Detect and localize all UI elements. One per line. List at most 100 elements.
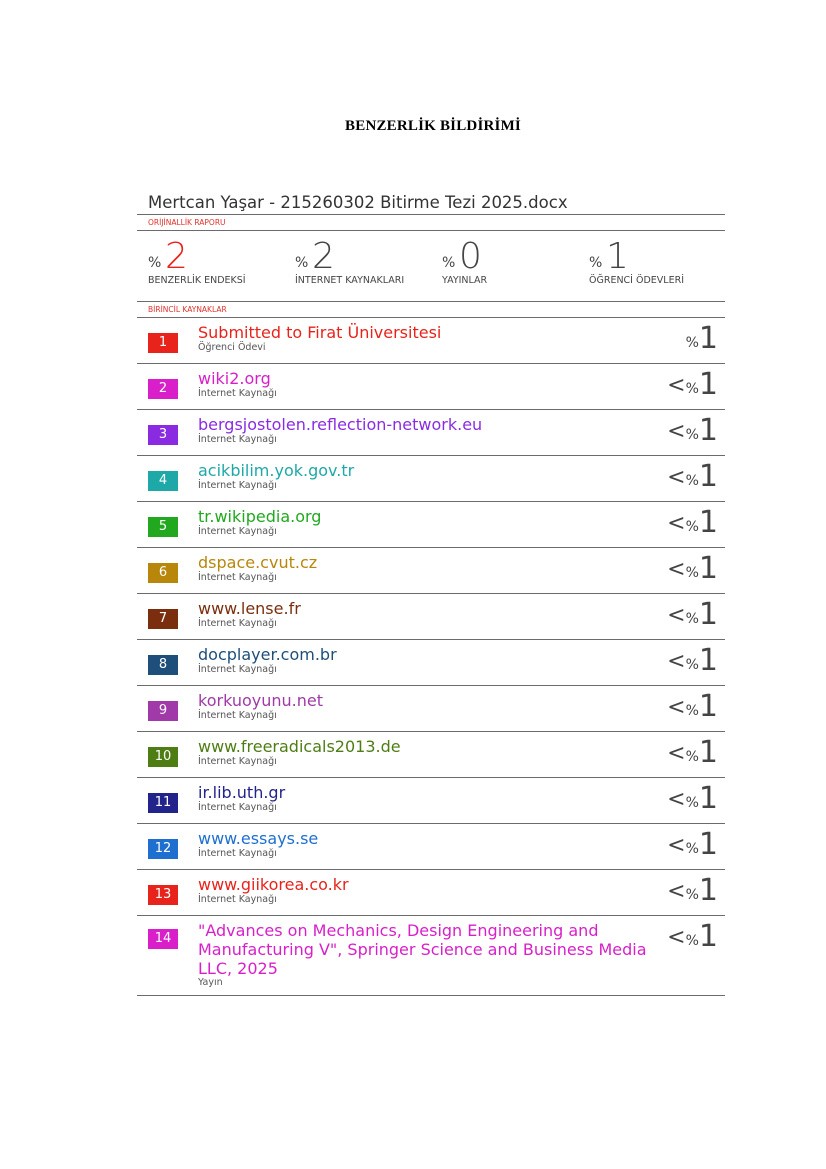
source-number-badge: 11 [148,793,178,813]
source-number-badge: 12 [148,839,178,859]
source-percentage: <%1 [667,598,718,632]
percent-value: 1 [698,781,718,816]
source-number-badge: 4 [148,471,178,491]
source-percentage: <%1 [667,552,718,586]
source-row: 12 www.essays.se İnternet Kaynağı <%1 [137,824,725,870]
source-percentage: <%1 [667,920,718,954]
source-type: İnternet Kaynağı [198,388,277,399]
source-percentage: <%1 [667,782,718,816]
stat-value: 0 [459,236,482,277]
percent-value: 1 [698,597,718,632]
source-type: İnternet Kaynağı [198,756,277,767]
source-type: İnternet Kaynağı [198,480,277,491]
percent-value: 1 [698,551,718,586]
less-than-symbol: < [667,741,686,766]
percent-symbol: % [685,335,699,351]
source-name[interactable]: acikbilim.yok.gov.tr [198,461,354,480]
percent-value: 1 [698,827,718,862]
source-row: 3 bergsjostolen.reflection-network.eu İnte… [137,410,725,456]
source-number-badge: 13 [148,885,178,905]
source-type: Yayın [198,977,223,988]
source-row: 9 korkuoyunu.net İnternet Kaynağı <%1 [137,686,725,732]
document-title: Mertcan Yaşar - 215260302 Bitirme Tezi 2… [137,192,725,215]
source-percentage: <%1 [667,874,718,908]
less-than-symbol: < [667,787,686,812]
stats-summary: % 2 BENZERLİK ENDEKSİ % 2 İNTERNET KAYNA… [137,231,725,302]
source-row: 14 "Advances on Mechanics, Design Enginee… [137,916,725,996]
source-number-badge: 14 [148,929,178,949]
source-name[interactable]: docplayer.com.br [198,645,337,664]
percent-symbol: % [685,887,699,903]
source-type: İnternet Kaynağı [198,618,277,629]
source-type: İnternet Kaynağı [198,848,277,859]
source-number-badge: 3 [148,425,178,445]
source-name[interactable]: korkuoyunu.net [198,691,323,710]
sources-list: 1 Submitted to Firat Üniversitesi Öğrenci … [137,318,725,996]
percent-value: 1 [698,873,718,908]
stat-percent-symbol: % [442,255,456,271]
source-type: İnternet Kaynağı [198,434,277,445]
stat-value: 1 [606,236,629,277]
percent-value: 1 [698,919,718,954]
source-number-badge: 7 [148,609,178,629]
percent-value: 1 [698,321,718,356]
source-percentage: <%1 [667,690,718,724]
less-than-symbol: < [667,603,686,628]
percent-symbol: % [685,657,699,673]
source-name[interactable]: ir.lib.uth.gr [198,783,285,802]
primary-sources-label: BİRİNCİL KAYNAKLAR [137,302,725,318]
source-name[interactable]: www.essays.se [198,829,318,848]
source-row: 1 Submitted to Firat Üniversitesi Öğrenci … [137,318,725,364]
source-number-badge: 9 [148,701,178,721]
page-heading: BENZERLİK BİLDİRİMİ [345,118,521,134]
source-number-badge: 1 [148,333,178,353]
percent-symbol: % [685,795,699,811]
source-percentage: <%1 [667,828,718,862]
percent-symbol: % [685,933,699,949]
source-name[interactable]: www.giikorea.co.kr [198,875,349,894]
source-name[interactable]: wiki2.org [198,369,271,388]
less-than-symbol: < [667,879,686,904]
source-name[interactable]: bergsjostolen.reflection-network.eu [198,415,482,434]
source-name[interactable]: www.lense.fr [198,599,301,618]
source-type: İnternet Kaynağı [198,664,277,675]
percent-symbol: % [685,565,699,581]
stat-value: 2 [312,236,335,277]
percent-symbol: % [685,841,699,857]
percent-value: 1 [698,643,718,678]
percent-symbol: % [685,749,699,765]
stat-label: İNTERNET KAYNAKLARI [295,275,405,286]
source-name[interactable]: dspace.cvut.cz [198,553,317,572]
less-than-symbol: < [667,649,686,674]
less-than-symbol: < [667,833,686,858]
similarity-report: Mertcan Yaşar - 215260302 Bitirme Tezi 2… [137,192,725,996]
percent-symbol: % [685,611,699,627]
stat-label: ÖĞRENCİ ÖDEVLERİ [589,275,684,286]
source-name[interactable]: tr.wikipedia.org [198,507,321,526]
source-row: 11 ir.lib.uth.gr İnternet Kaynağı <%1 [137,778,725,824]
percent-symbol: % [685,381,699,397]
percent-symbol: % [685,703,699,719]
percent-value: 1 [698,689,718,724]
source-row: 7 www.lense.fr İnternet Kaynağı <%1 [137,594,725,640]
source-number-badge: 5 [148,517,178,537]
source-row: 2 wiki2.org İnternet Kaynağı <%1 [137,364,725,410]
source-percentage: <%1 [667,368,718,402]
source-name[interactable]: Submitted to Firat Üniversitesi [198,323,441,342]
source-type: İnternet Kaynağı [198,710,277,721]
percent-symbol: % [685,519,699,535]
source-number-badge: 8 [148,655,178,675]
source-name[interactable]: "Advances on Mechanics, Design Engineeri… [198,921,648,978]
less-than-symbol: < [667,419,686,444]
source-percentage: <%1 [667,414,718,448]
source-percentage: %1 [686,322,718,356]
source-percentage: <%1 [667,736,718,770]
source-number-badge: 10 [148,747,178,767]
source-name[interactable]: www.freeradicals2013.de [198,737,401,756]
source-row: 5 tr.wikipedia.org İnternet Kaynağı <%1 [137,502,725,548]
less-than-symbol: < [667,511,686,536]
stat-percent-symbol: % [295,255,309,271]
percent-symbol: % [685,427,699,443]
originality-report-label: ORİJİNALLİK RAPORU [137,215,725,231]
source-percentage: <%1 [667,644,718,678]
